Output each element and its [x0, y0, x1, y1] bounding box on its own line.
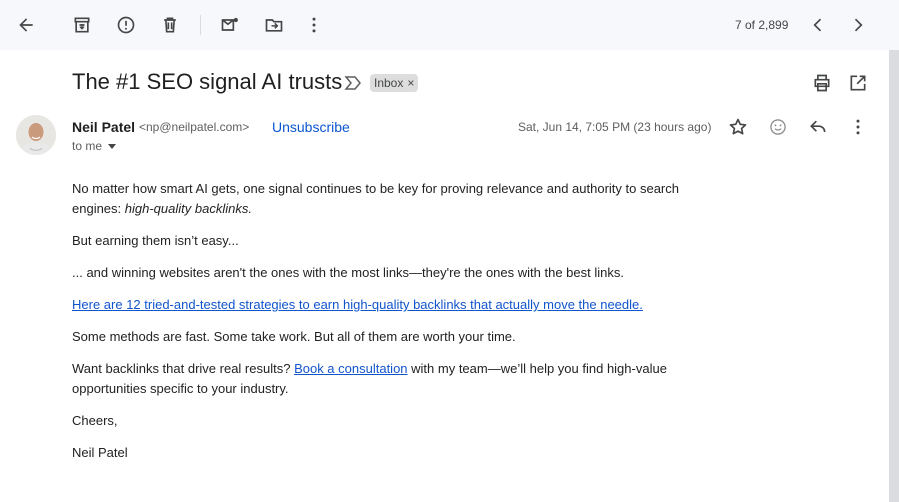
email-body: No matter how smart AI gets, one signal …	[72, 179, 692, 475]
body-paragraph: But earning them isn’t easy...	[72, 233, 239, 248]
chevron-right-icon[interactable]	[846, 13, 870, 37]
star-icon[interactable]	[726, 115, 750, 139]
body-paragraph: ... and winning websites aren't the ones…	[72, 265, 624, 280]
importance-marker-icon[interactable]	[344, 75, 362, 91]
report-spam-icon[interactable]	[114, 13, 138, 37]
scrollbar[interactable]	[889, 50, 899, 502]
more-vert-icon[interactable]	[302, 13, 326, 37]
message-more-icon[interactable]	[846, 115, 870, 139]
body-paragraph: Some methods are fast. Some take work. B…	[72, 329, 516, 344]
emoji-reaction-icon[interactable]	[766, 115, 790, 139]
chevron-left-icon[interactable]	[806, 13, 830, 37]
sender-name: Neil Patel	[72, 119, 136, 135]
archive-icon[interactable]	[70, 13, 94, 37]
mark-unread-icon[interactable]	[218, 13, 242, 37]
reply-icon[interactable]	[806, 115, 830, 139]
to-me-label: to me	[72, 139, 103, 153]
open-new-window-icon[interactable]	[846, 71, 870, 95]
strategies-link[interactable]: Here are 12 tried-and-tested strategies …	[72, 297, 643, 312]
email-subject: The #1 SEO signal AI trusts	[72, 69, 343, 94]
inbox-label-chip: Inbox ×	[370, 74, 419, 92]
sender-email: <np@neilpatel.com>	[139, 120, 250, 134]
body-paragraph: Want backlinks that drive real results? …	[72, 359, 692, 399]
move-to-folder-icon[interactable]	[262, 13, 286, 37]
body-text: Want backlinks that drive real results?	[72, 361, 295, 376]
body-emphasis: high-quality backlinks.	[124, 201, 252, 216]
trash-icon[interactable]	[158, 13, 182, 37]
email-date: Sat, Jun 14, 7:05 PM (23 hours ago)	[518, 120, 712, 134]
print-icon[interactable]	[810, 71, 834, 95]
body-paragraph: Here are 12 tried-and-tested strategies …	[72, 295, 692, 315]
body-paragraph: No matter how smart AI gets, one signal …	[72, 179, 692, 219]
avatar[interactable]	[16, 115, 56, 155]
signoff: Cheers,	[72, 413, 118, 428]
chevron-down-icon[interactable]	[108, 143, 117, 149]
message-counter: 7 of 2,899	[735, 18, 789, 32]
toolbar: 7 of 2,899	[0, 0, 899, 50]
recipient-details: to me	[72, 139, 117, 153]
arrow-left-icon[interactable]	[14, 13, 38, 37]
remove-label-button[interactable]: ×	[407, 76, 414, 90]
unsubscribe-link[interactable]: Unsubscribe	[272, 119, 350, 135]
toolbar-divider	[200, 15, 201, 35]
book-consultation-link[interactable]: Book a consultation	[294, 361, 407, 376]
label-text: Inbox	[374, 76, 404, 90]
signature: Neil Patel	[72, 445, 128, 460]
